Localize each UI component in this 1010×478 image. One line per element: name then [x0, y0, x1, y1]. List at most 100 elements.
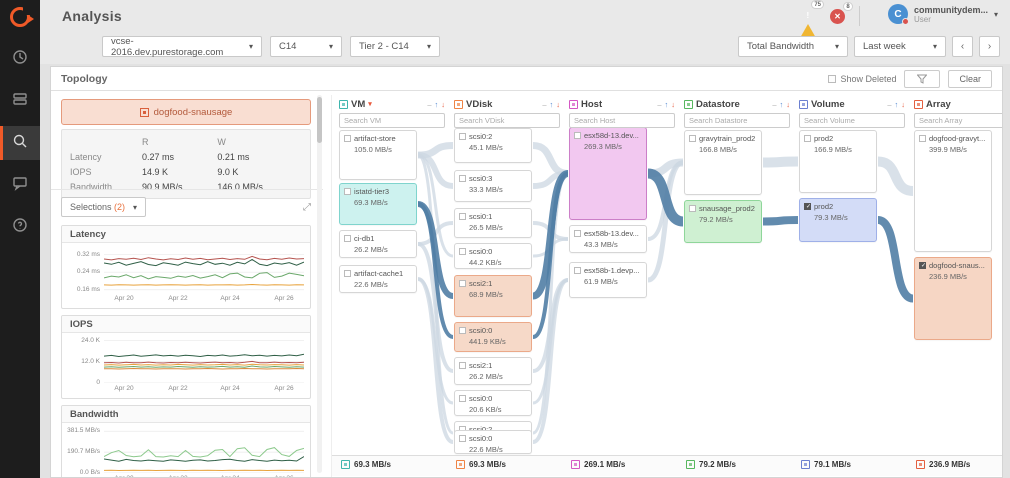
array-node[interactable]: dogfood-gravyt... 399.9 MB/s [914, 130, 992, 252]
collapse-column-icon[interactable]: – [1002, 100, 1003, 109]
node-checkbox[interactable] [459, 247, 466, 255]
sidebar-item-appliances[interactable] [0, 84, 40, 118]
vdisk-node[interactable]: scsi2:1 68.9 MB/s [454, 275, 532, 317]
volume-node[interactable]: prod2 79.3 MB/s [799, 198, 877, 242]
column-header-datastore[interactable]: Datastore – ↑ ↓ [684, 97, 790, 111]
vdisk-node[interactable]: scsi0:3 33.3 MB/s [454, 170, 532, 202]
node-checkbox[interactable] [574, 229, 581, 237]
prev-period-button[interactable]: ‹ [952, 36, 973, 57]
node-checkbox[interactable] [689, 204, 696, 212]
column-header-array[interactable]: Array–↑↓ [914, 97, 1003, 111]
host-node[interactable]: esx58d-13.dev... 269.3 MB/s [569, 127, 647, 220]
node-checkbox[interactable] [919, 134, 926, 142]
show-deleted-toggle[interactable]: Show Deleted [828, 74, 896, 84]
clear-button[interactable]: Clear [948, 69, 992, 88]
column-header-vm[interactable]: VM ▾ – ↑ ↓ [339, 97, 445, 111]
node-checkbox[interactable] [574, 266, 581, 274]
sort-desc-icon[interactable]: ↓ [556, 100, 560, 109]
expand-icon[interactable]: ⤢ [303, 202, 311, 213]
vdisk-node[interactable]: scsi0:0 441.9 KB/s [454, 322, 532, 352]
node-checkbox[interactable] [804, 202, 811, 210]
selections-dropdown[interactable]: Selections (2) ▾ [61, 197, 147, 217]
node-checkbox[interactable] [459, 132, 466, 140]
datastore-node[interactable]: gravytrain_prod2 166.8 MB/s [684, 130, 762, 195]
selected-array-card[interactable]: dogfood-snausage [61, 99, 311, 125]
sort-asc-icon[interactable]: ↑ [550, 100, 554, 109]
node-checkbox[interactable] [459, 434, 466, 442]
search-volume-input[interactable] [799, 113, 905, 128]
column-header-host[interactable]: Host – ↑ ↓ [569, 97, 675, 111]
collapse-column-icon[interactable]: – [542, 100, 546, 109]
node-checkbox[interactable] [344, 134, 351, 142]
array-node[interactable]: dogfood-snaus... 236.9 MB/s [914, 257, 992, 340]
vcenter-select[interactable]: vcse-2016.dev.purestorage.com ▾ [102, 36, 262, 58]
collapse-column-icon[interactable]: – [657, 100, 661, 109]
node-checkbox[interactable] [689, 134, 696, 142]
node-checkbox[interactable] [344, 187, 351, 195]
node-checkbox[interactable] [459, 212, 466, 220]
vm-node[interactable]: artifact-cache1 22.6 MB/s [339, 265, 417, 293]
vdisk-node[interactable]: scsi0:2 45.1 MB/s [454, 128, 532, 163]
metric-select[interactable]: Total Bandwidth ▾ [738, 36, 848, 57]
vdisk-node[interactable]: scsi0:0 20.6 KB/s [454, 390, 532, 416]
node-checkbox[interactable] [459, 361, 466, 369]
node-checkbox[interactable] [459, 394, 466, 402]
collapse-column-icon[interactable]: – [427, 100, 431, 109]
vdisk-node[interactable]: scsi2:1 26.2 MB/s [454, 357, 532, 385]
column-total-array: 236.9 MB/s [916, 460, 970, 469]
sort-desc-icon[interactable]: ↓ [786, 100, 790, 109]
sort-asc-icon[interactable]: ↑ [895, 100, 899, 109]
node-checkbox[interactable] [459, 326, 466, 334]
sidebar-item-analysis[interactable] [0, 126, 40, 160]
column-header-vdisk[interactable]: VDisk – ↑ ↓ [454, 97, 560, 111]
search-datastore-input[interactable] [684, 113, 790, 128]
collapse-column-icon[interactable]: – [887, 100, 891, 109]
vdisk-node[interactable]: scsi0:0 44.2 KB/s [454, 243, 532, 269]
vm-node[interactable]: istatd-tier3 69.3 MB/s [339, 183, 417, 225]
tier-select[interactable]: Tier 2 - C14 ▾ [350, 36, 440, 57]
y-axis-tick: 12.0 K [81, 357, 100, 365]
filter-button[interactable] [904, 69, 941, 88]
node-checkbox[interactable] [919, 261, 926, 269]
search-array-input[interactable] [914, 113, 1002, 128]
datastore-node[interactable]: snausage_prod2 79.2 MB/s [684, 200, 762, 243]
search-vm-input[interactable] [339, 113, 445, 128]
volume-node[interactable]: prod2 166.9 MB/s [799, 130, 877, 193]
error-alerts-button[interactable]: ✕ 8 [830, 1, 853, 24]
node-checkbox[interactable] [344, 269, 351, 277]
chevron-down-icon[interactable]: ▾ [368, 100, 372, 108]
cluster-select[interactable]: C14 ▾ [270, 36, 342, 57]
collapse-column-icon[interactable]: – [772, 100, 776, 109]
node-checkbox[interactable] [804, 134, 811, 142]
vdisk-node[interactable]: scsi0:0 22.6 MB/s [454, 430, 532, 454]
node-checkbox[interactable] [459, 279, 466, 287]
user-menu[interactable]: C communitydem... User ▾ [887, 4, 998, 25]
sort-desc-icon[interactable]: ↓ [441, 100, 445, 109]
node-checkbox[interactable] [344, 234, 351, 242]
sort-asc-icon[interactable]: ↑ [665, 100, 669, 109]
sort-asc-icon[interactable]: ↑ [435, 100, 439, 109]
sidebar-item-messages[interactable] [0, 168, 40, 202]
host-node[interactable]: esx58b-1.devp... 61.9 MB/s [569, 262, 647, 298]
node-checkbox[interactable] [459, 174, 466, 182]
vm-node[interactable]: ci-db1 26.2 MB/s [339, 230, 417, 258]
host-node[interactable]: esx58b-13.dev... 43.3 MB/s [569, 225, 647, 253]
vm-node[interactable]: artifact-store 105.0 MB/s [339, 130, 417, 180]
sort-desc-icon[interactable]: ↓ [901, 100, 905, 109]
pure-storage-logo[interactable] [0, 0, 40, 34]
sort-asc-icon[interactable]: ↑ [780, 100, 784, 109]
column-header-volume[interactable]: Volume – ↑ ↓ [799, 97, 905, 111]
warning-alerts-button[interactable]: ! 75 [800, 0, 824, 38]
scrollbar[interactable] [317, 95, 322, 473]
node-value: 22.6 MB/s [469, 445, 503, 454]
node-checkbox[interactable] [574, 131, 581, 139]
search-host-input[interactable] [569, 113, 675, 128]
time-range-select[interactable]: Last week ▾ [854, 36, 946, 57]
sidebar-item-support[interactable] [0, 210, 40, 244]
vdisk-node[interactable]: scsi0:1 26.5 MB/s [454, 208, 532, 238]
search-vdisk-input[interactable] [454, 113, 560, 128]
next-period-button[interactable]: › [979, 36, 1000, 57]
sidebar-item-dashboard[interactable] [0, 42, 40, 76]
show-deleted-checkbox[interactable] [828, 74, 837, 83]
sort-desc-icon[interactable]: ↓ [671, 100, 675, 109]
